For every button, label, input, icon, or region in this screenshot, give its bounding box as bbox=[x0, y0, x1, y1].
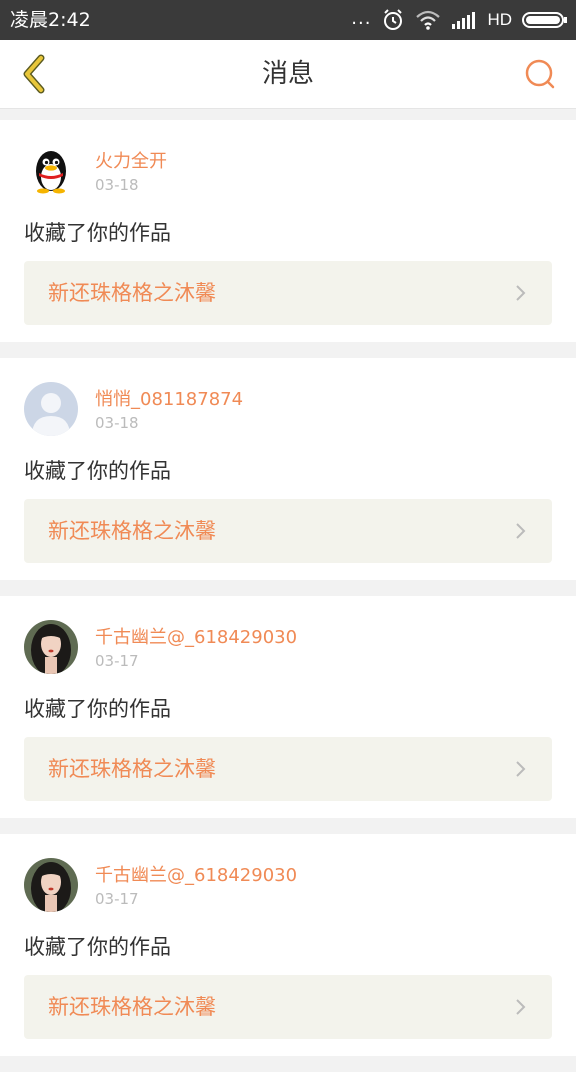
message-date: 03-18 bbox=[95, 414, 139, 432]
status-bar: 凌晨2:42 ... HD bbox=[0, 0, 576, 40]
chevron-right-icon bbox=[516, 523, 526, 539]
message-action: 收藏了你的作品 bbox=[24, 459, 171, 483]
work-link[interactable]: 新还珠格格之沐馨 bbox=[24, 499, 552, 563]
user-avatar[interactable] bbox=[24, 382, 78, 436]
message-date: 03-17 bbox=[95, 890, 139, 908]
user-avatar[interactable] bbox=[24, 620, 78, 674]
message-date: 03-18 bbox=[95, 176, 139, 194]
message-date: 03-17 bbox=[95, 652, 139, 670]
message-action: 收藏了你的作品 bbox=[24, 697, 171, 721]
work-title: 新还珠格格之沐馨 bbox=[48, 757, 216, 781]
message-card: 千古幽兰@_618429030 03-17 收藏了你的作品 新还珠格格之沐馨 bbox=[0, 834, 576, 1056]
work-title: 新还珠格格之沐馨 bbox=[48, 281, 216, 305]
user-name[interactable]: 千古幽兰@_618429030 bbox=[95, 861, 297, 887]
message-action: 收藏了你的作品 bbox=[24, 935, 171, 959]
penguin-avatar-icon bbox=[24, 144, 78, 198]
chevron-right-icon bbox=[516, 761, 526, 777]
chevron-right-icon bbox=[516, 999, 526, 1015]
wifi-icon bbox=[415, 9, 441, 31]
work-title: 新还珠格格之沐馨 bbox=[48, 519, 216, 543]
page-title: 消息 bbox=[261, 59, 314, 89]
photo-avatar-icon bbox=[24, 858, 78, 912]
work-link[interactable]: 新还珠格格之沐馨 bbox=[24, 975, 552, 1039]
chevron-right-icon bbox=[516, 285, 526, 301]
nav-bar: 消息 bbox=[0, 40, 576, 109]
user-avatar[interactable] bbox=[24, 144, 78, 198]
message-list: 火力全开 03-18 收藏了你的作品 新还珠格格之沐馨 悄悄_081187874… bbox=[0, 120, 576, 1072]
user-name[interactable]: 悄悄_081187874 bbox=[95, 385, 243, 411]
status-dots: ... bbox=[351, 7, 372, 29]
user-name[interactable]: 千古幽兰@_618429030 bbox=[95, 623, 297, 649]
user-avatar[interactable] bbox=[24, 858, 78, 912]
message-action: 收藏了你的作品 bbox=[24, 221, 171, 245]
default-avatar-icon bbox=[24, 382, 78, 436]
message-card: 悄悄_081187874 03-18 收藏了你的作品 新还珠格格之沐馨 bbox=[0, 358, 576, 580]
status-icons: ... HD bbox=[351, 6, 568, 34]
photo-avatar-icon bbox=[24, 620, 78, 674]
status-time: 凌晨2:42 bbox=[10, 9, 91, 31]
network-type: HD bbox=[487, 10, 512, 29]
message-card: 千古幽兰@_618429030 03-17 收藏了你的作品 新还珠格格之沐馨 bbox=[0, 596, 576, 818]
alarm-icon bbox=[381, 8, 405, 32]
signal-icon bbox=[451, 10, 477, 30]
search-icon bbox=[525, 59, 555, 89]
work-title: 新还珠格格之沐馨 bbox=[48, 995, 216, 1019]
message-card: 火力全开 03-18 收藏了你的作品 新还珠格格之沐馨 bbox=[0, 120, 576, 342]
search-button[interactable] bbox=[520, 54, 560, 94]
work-link[interactable]: 新还珠格格之沐馨 bbox=[24, 737, 552, 801]
battery-icon bbox=[522, 10, 568, 30]
user-name[interactable]: 火力全开 bbox=[95, 147, 167, 173]
work-link[interactable]: 新还珠格格之沐馨 bbox=[24, 261, 552, 325]
